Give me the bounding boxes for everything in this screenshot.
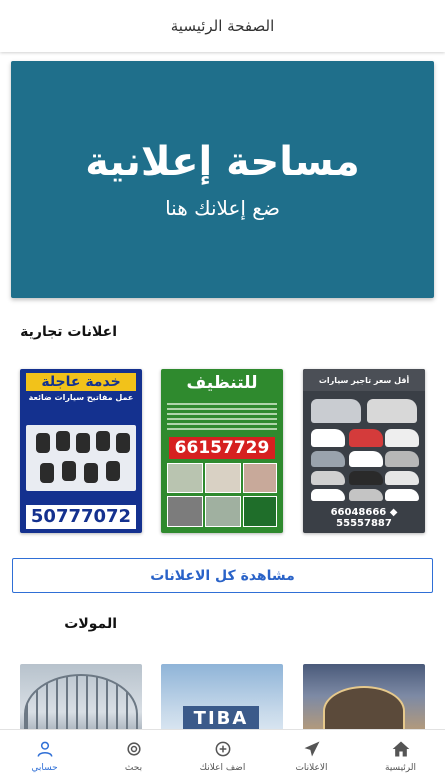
tab-add-ad[interactable]: اضف اعلانك (178, 730, 267, 781)
tab-search-label: بحث (124, 762, 143, 773)
ad-cleaning-text-block (167, 403, 277, 433)
bottom-tab-bar: الرئيسية الاعلانات اضف اعلانك بحث حسابي (0, 729, 445, 781)
banner-subtitle: ضع إعلانك هنا (165, 195, 280, 220)
view-all-ads-button[interactable]: مشاهدة كل الاعلانات (12, 558, 433, 593)
ad-car-rental-headline: أقل سعر تاجير سيارات (303, 369, 425, 391)
mall-card-2[interactable]: TIBA (161, 664, 283, 729)
tab-ads-label: الاعلانات (295, 762, 328, 773)
ad-card-car-keys[interactable]: خدمة عاجلة عمل مفاتيح سيارات ضائعة 50777… (20, 369, 142, 533)
ad-card-car-rental[interactable]: أقل سعر تاجير سيارات 66048666 ◆ 55557887 (303, 369, 425, 533)
tab-account[interactable]: حسابي (0, 730, 89, 781)
ad-card-cleaning[interactable]: للتنظيف 66157729 (161, 369, 283, 533)
ad-keys-headline: خدمة عاجلة (26, 373, 136, 391)
ads-section-title: اعلانات تجارية (20, 324, 117, 340)
ad-cleaning-phone: 66157729 (169, 437, 275, 459)
ad-keys-subline: عمل مفاتيح سيارات ضائعة (28, 393, 134, 402)
banner-title: مساحة إعلانية (85, 138, 360, 185)
send-icon (304, 741, 319, 756)
mall-card-1[interactable] (303, 664, 425, 729)
tab-ads[interactable]: الاعلانات (267, 730, 356, 781)
tab-add-ad-label: اضف اعلانك (199, 762, 246, 773)
tab-account-label: حسابي (31, 762, 58, 773)
car-keys-image (26, 425, 136, 491)
plus-circle-icon (215, 741, 230, 756)
home-icon (392, 741, 409, 756)
ad-banner[interactable]: مساحة إعلانية ضع إعلانك هنا (11, 61, 434, 298)
search-icon (126, 741, 141, 756)
mall-sign: TIBA (183, 706, 259, 729)
tab-home[interactable]: الرئيسية (356, 730, 445, 781)
mall-dome-image (323, 686, 405, 729)
main-content[interactable]: مساحة إعلانية ضع إعلانك هنا اعلانات تجار… (0, 52, 445, 729)
mall-arch-image (24, 674, 138, 729)
page-title: الصفحة الرئيسية (170, 17, 275, 35)
ad-car-rental-phones: 66048666 ◆ 55557887 (330, 507, 398, 529)
app-header: الصفحة الرئيسية (0, 0, 445, 52)
ad-cleaning-headline: للتنظيف (186, 373, 258, 393)
cleaning-images (167, 463, 277, 529)
mall-card-3[interactable] (20, 664, 142, 729)
user-icon (37, 741, 52, 757)
tab-search[interactable]: بحث (89, 730, 178, 781)
tab-home-label: الرئيسية (385, 762, 416, 773)
ad-keys-phone: 50777072 (26, 505, 136, 529)
car-images (309, 395, 419, 505)
malls-section-title: المولات (64, 616, 117, 632)
